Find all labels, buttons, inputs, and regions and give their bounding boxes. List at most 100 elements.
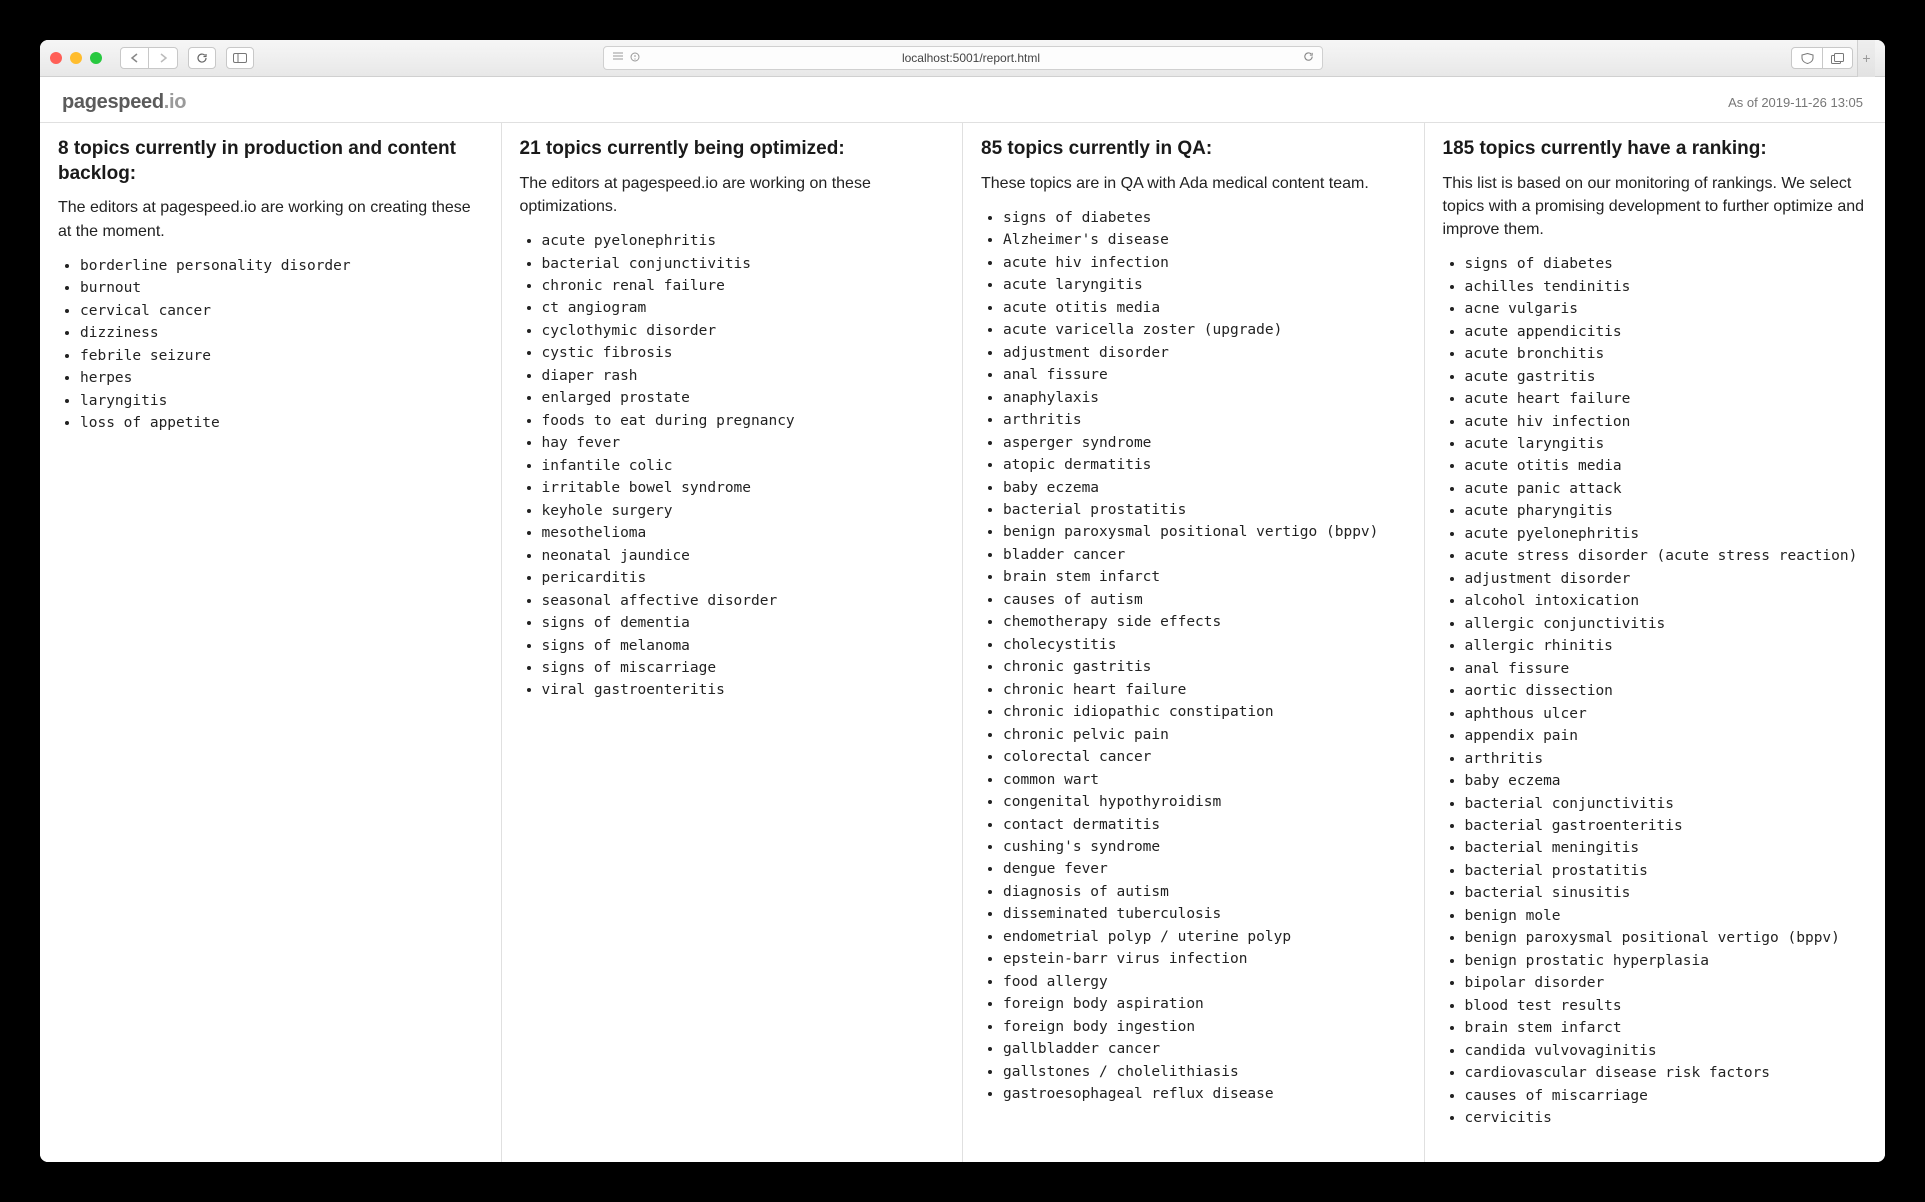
list-item: gallbladder cancer [1003,1038,1406,1060]
topic-list: signs of diabetesachilles tendinitisacne… [1443,253,1868,1129]
list-item: epstein-barr virus infection [1003,948,1406,970]
list-item: adjustment disorder [1003,342,1406,364]
list-item: seasonal affective disorder [542,590,945,612]
topic-list: borderline personality disorderburnoutce… [58,255,483,435]
list-item: signs of melanoma [542,635,945,657]
column-title: 8 topics currently in production and con… [58,137,483,186]
list-item: foreign body aspiration [1003,993,1406,1015]
address-bar[interactable]: localhost:5001/report.html [603,46,1323,70]
list-item: acute hiv infection [1003,252,1406,274]
list-item: bacterial sinusitis [1465,882,1868,904]
list-item: borderline personality disorder [80,255,483,277]
sidebar-toggle-button[interactable] [226,47,254,69]
list-item: signs of miscarriage [542,657,945,679]
list-item: irritable bowel syndrome [542,477,945,499]
list-item: anal fissure [1003,364,1406,386]
logo-suffix: .io [164,91,186,113]
report-columns: 8 topics currently in production and con… [40,122,1885,1162]
tabs-overview-button[interactable] [1822,48,1852,68]
column-title: 21 topics currently being optimized: [520,137,945,162]
titlebar: localhost:5001/report.html + [40,40,1885,77]
list-item: mesothelioma [542,522,945,544]
privacy-report-button[interactable] [1792,48,1822,68]
list-item: acute otitis media [1465,455,1868,477]
list-item: acute gastritis [1465,366,1868,388]
list-item: achilles tendinitis [1465,276,1868,298]
list-item: adjustment disorder [1465,568,1868,590]
list-item: acute varicella zoster (upgrade) [1003,319,1406,341]
list-item: appendix pain [1465,725,1868,747]
list-item: acute pharyngitis [1465,500,1868,522]
list-item: herpes [80,367,483,389]
list-item: brain stem infarct [1003,566,1406,588]
list-item: neonatal jaundice [542,545,945,567]
list-item: acute bronchitis [1465,343,1868,365]
list-item: chronic heart failure [1003,679,1406,701]
report-timestamp: As of 2019-11-26 13:05 [1728,95,1863,110]
list-item: signs of dementia [542,612,945,634]
list-item: foreign body ingestion [1003,1016,1406,1038]
list-item: candida vulvovaginitis [1465,1040,1868,1062]
list-item: foods to eat during pregnancy [542,410,945,432]
list-item: bacterial gastroenteritis [1465,815,1868,837]
column-description: The editors at pagespeed.io are working … [520,172,945,218]
refresh-button[interactable] [188,47,216,69]
list-item: keyhole surgery [542,500,945,522]
page-content[interactable]: pagespeed.io As of 2019-11-26 13:05 8 to… [40,77,1885,1162]
list-item: Alzheimer's disease [1003,229,1406,251]
list-item: acute heart failure [1465,388,1868,410]
list-item: cervicitis [1465,1107,1868,1129]
reload-icon[interactable] [1303,51,1322,65]
list-item: infantile colic [542,455,945,477]
list-item: cholecystitis [1003,634,1406,656]
logo-main: pagespeed [62,91,164,113]
list-item: viral gastroenteritis [542,679,945,701]
list-item: benign prostatic hyperplasia [1465,950,1868,972]
list-item: ct angiogram [542,297,945,319]
list-item: chronic idiopathic constipation [1003,701,1406,723]
list-item: cardiovascular disease risk factors [1465,1062,1868,1084]
list-item: endometrial polyp / uterine polyp [1003,926,1406,948]
new-tab-button[interactable]: + [1857,40,1875,77]
list-item: gastroesophageal reflux disease [1003,1083,1406,1105]
list-item: laryngitis [80,390,483,412]
forward-button[interactable] [149,48,177,68]
refresh-icon [196,52,208,64]
list-item: acute laryngitis [1003,274,1406,296]
chevron-right-icon [159,53,168,63]
minimize-window-button[interactable] [70,52,82,64]
list-item: disseminated tuberculosis [1003,903,1406,925]
tabs-icon [1831,53,1844,64]
list-item: loss of appetite [80,412,483,434]
column-title: 185 topics currently have a ranking: [1443,137,1868,162]
list-item: hay fever [542,432,945,454]
topic-list: signs of diabetesAlzheimer's diseaseacut… [981,207,1406,1106]
shield-icon [1801,53,1814,64]
column-description: These topics are in QA with Ada medical … [981,172,1406,195]
list-item: bacterial meningitis [1465,837,1868,859]
list-item: benign paroxysmal positional vertigo (bp… [1003,521,1406,543]
chevron-left-icon [130,53,139,63]
list-item: brain stem infarct [1465,1017,1868,1039]
list-item: cyclothymic disorder [542,320,945,342]
list-item: diagnosis of autism [1003,881,1406,903]
list-item: benign paroxysmal positional vertigo (bp… [1465,927,1868,949]
column-description: This list is based on our monitoring of … [1443,172,1868,242]
list-item: diaper rash [542,365,945,387]
list-item: signs of diabetes [1465,253,1868,275]
close-window-button[interactable] [50,52,62,64]
list-item: contact dermatitis [1003,814,1406,836]
column-title: 85 topics currently in QA: [981,137,1406,162]
list-item: burnout [80,277,483,299]
browser-window: localhost:5001/report.html + pagespeed.i… [40,40,1885,1162]
list-item: anal fissure [1465,658,1868,680]
list-item: acute pyelonephritis [1465,523,1868,545]
back-button[interactable] [121,48,149,68]
site-settings-icon [630,52,640,65]
maximize-window-button[interactable] [90,52,102,64]
list-item: bacterial prostatitis [1465,860,1868,882]
list-item: acute otitis media [1003,297,1406,319]
list-item: congenital hypothyroidism [1003,791,1406,813]
list-item: food allergy [1003,971,1406,993]
list-item: acute appendicitis [1465,321,1868,343]
